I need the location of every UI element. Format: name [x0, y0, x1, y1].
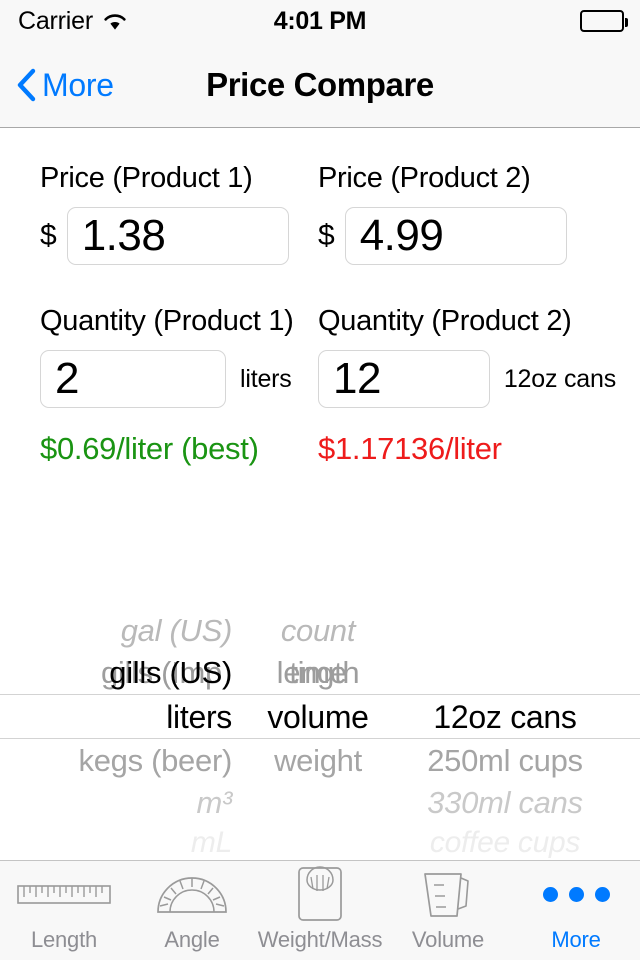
picker-selected-row[interactable]: volume [238, 696, 398, 738]
picker-selected-row[interactable]: 12oz cans [398, 696, 640, 738]
picker-selection-line-top [0, 694, 640, 695]
picker-row[interactable]: 250ml cups [398, 740, 640, 782]
price-input-product1[interactable]: 1.38 [66, 207, 289, 265]
picker-column-measure-category[interactable]: count length time volume weight [238, 534, 398, 834]
picker-row[interactable]: kegs (beer) [0, 740, 238, 782]
picker-column-unit-product2[interactable]: 12oz cans 250ml cups 330ml cans coffee c… [398, 534, 640, 860]
picker-row[interactable]: gal (US) [0, 610, 238, 652]
price-input-product2[interactable]: 4.99 [344, 207, 567, 265]
app-screen: Carrier 4:01 PM More Price Compare Price… [0, 0, 640, 960]
picker-row[interactable]: coffee cups [398, 822, 640, 860]
tab-weight-mass[interactable]: Weight/Mass [256, 861, 384, 960]
tab-label: Length [30, 927, 98, 952]
tab-volume[interactable]: Volume [384, 861, 512, 960]
result-group-product2: $1.17136/liter [308, 430, 616, 468]
quantity-input-line-product2: 12 12oz cans [318, 350, 616, 408]
unit-picker[interactable]: gal (US) gills (Imp) liters kegs (beer) … [0, 532, 640, 860]
picker-row-above-selected[interactable]: gills (US) [0, 652, 238, 694]
quantity-group-product1: Quantity (Product 1) 2 liters [0, 305, 308, 408]
tab-length[interactable]: Length [0, 861, 128, 960]
price-input-line-product1: $ 1.38 [40, 207, 308, 265]
picker-selected-row[interactable]: liters [0, 696, 238, 738]
picker-row[interactable] [0, 570, 238, 612]
ruler-icon [16, 868, 112, 920]
picker-row[interactable]: mL [0, 822, 238, 860]
price-label-product2: Price (Product 2) [318, 162, 531, 194]
tab-bar: Length Angle Weight/Mass Volume More [0, 860, 640, 960]
result-product2: $1.17136/liter [318, 431, 502, 466]
dot [568, 886, 584, 902]
dot [594, 886, 610, 902]
price-row: Price (Product 1) $ 1.38 Price (Product … [0, 162, 640, 265]
picker-row[interactable]: time [238, 652, 398, 694]
picker-row[interactable]: count [238, 610, 398, 652]
price-label-product1: Price (Product 1) [40, 162, 253, 194]
result-product1: $0.69/liter (best) [40, 431, 259, 466]
quantity-unit-product1: liters [240, 364, 292, 393]
picker-row[interactable]: 330ml cans [398, 782, 640, 824]
ellipsis-icon [542, 868, 610, 920]
price-input-line-product2: $ 4.99 [318, 207, 616, 265]
page-title: Price Compare [206, 66, 434, 103]
quantity-label-product1: Quantity (Product 1) [40, 305, 294, 337]
ellipsis-dots [542, 886, 610, 902]
picker-row[interactable]: weight [238, 740, 398, 782]
tab-more[interactable]: More [512, 861, 640, 960]
currency-symbol-product1: $ [40, 219, 57, 252]
measuring-cup-icon [420, 868, 476, 920]
quantity-input-product2[interactable]: 12 [318, 350, 490, 408]
protractor-icon [155, 868, 229, 920]
tab-label: More [551, 927, 601, 952]
clock-label: 4:01 PM [273, 6, 367, 35]
tab-label: Angle [164, 927, 220, 952]
dot [542, 886, 558, 902]
currency-symbol-product2: $ [318, 219, 335, 252]
quantity-row: Quantity (Product 1) 2 liters Quantity (… [0, 305, 640, 408]
quantity-input-product1[interactable]: 2 [40, 350, 226, 408]
results-row: $0.69/liter (best) $1.17136/liter [0, 430, 640, 468]
quantity-label-product2: Quantity (Product 2) [318, 305, 572, 337]
picker-row[interactable] [0, 532, 238, 574]
picker-columns: gal (US) gills (Imp) liters kegs (beer) … [0, 532, 640, 860]
quantity-unit-product2: 12oz cans [503, 364, 616, 393]
price-compare-form: Price (Product 1) $ 1.38 Price (Product … [0, 128, 640, 468]
result-group-product1: $0.69/liter (best) [0, 430, 308, 468]
price-group-product1: Price (Product 1) $ 1.38 [0, 162, 308, 265]
status-bar-center: 4:01 PM [0, 0, 640, 42]
navigation-bar: More Price Compare [0, 42, 640, 128]
picker-selection-line-bottom [0, 738, 640, 739]
quantity-group-product2: Quantity (Product 2) 12 12oz cans [308, 305, 616, 408]
picker-column-unit-product1[interactable]: gal (US) gills (Imp) liters kegs (beer) … [0, 532, 238, 859]
price-group-product2: Price (Product 2) $ 4.99 [308, 162, 616, 265]
picker-row[interactable] [238, 570, 398, 612]
scale-icon [297, 866, 343, 921]
status-bar: Carrier 4:01 PM [0, 0, 640, 42]
tab-angle[interactable]: Angle [128, 861, 256, 960]
content-area: Price (Product 1) $ 1.38 Price (Product … [0, 128, 640, 860]
tab-label: Weight/Mass [257, 927, 383, 952]
quantity-input-line-product1: 2 liters [40, 350, 308, 408]
tab-label: Volume [411, 927, 485, 952]
picker-row[interactable]: m³ [0, 782, 238, 824]
battery-full-icon [580, 10, 628, 32]
status-bar-right [580, 0, 628, 42]
